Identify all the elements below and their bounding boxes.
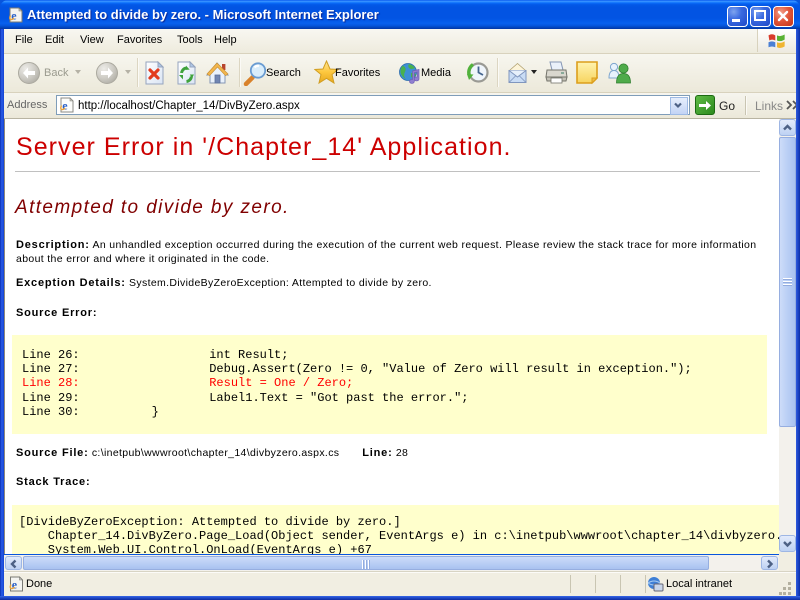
svg-text:e: e bbox=[12, 578, 18, 592]
svg-text:e: e bbox=[62, 99, 68, 113]
svg-text:e: e bbox=[11, 9, 17, 23]
